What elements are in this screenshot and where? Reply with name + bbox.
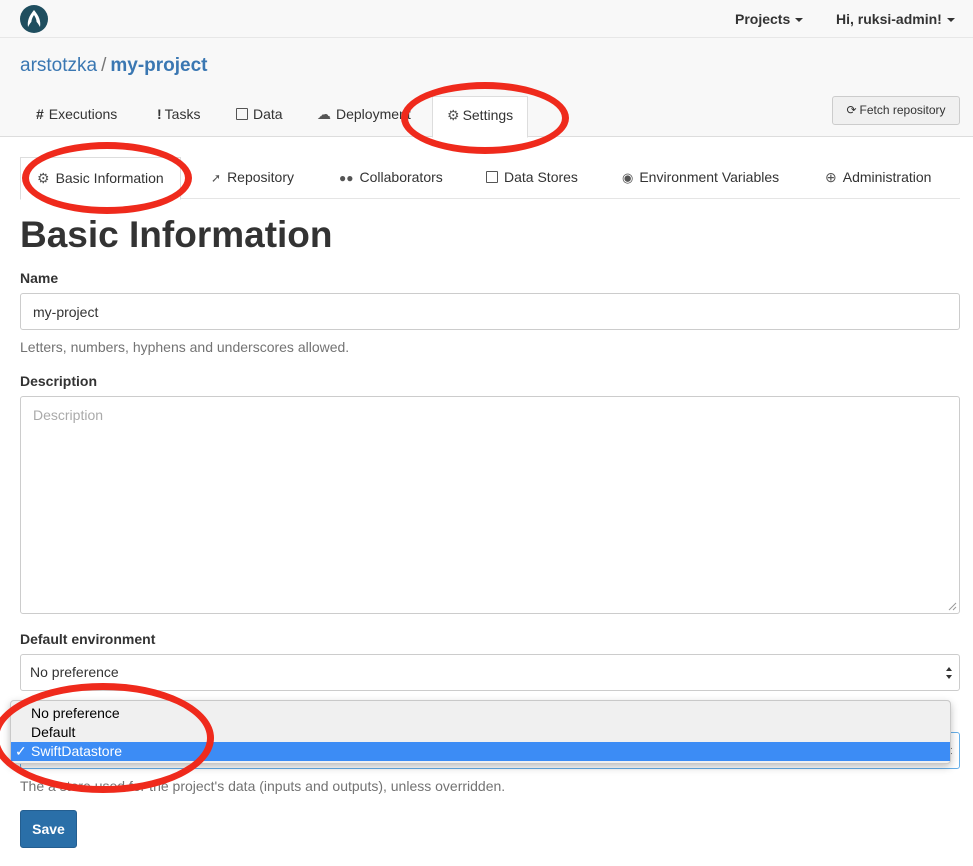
tab-tasks[interactable]: ! Tasks: [157, 96, 200, 137]
checkmark-icon: ✓: [15, 743, 27, 759]
floppy-icon: [486, 171, 498, 183]
subtab-label: Environment Variables: [639, 169, 780, 185]
page-title: Basic Information: [20, 214, 333, 255]
project-header: arstotzka / my-project # Executions ! Tasks …: [0, 38, 973, 138]
caret-down-icon: [946, 18, 955, 23]
tab-label: Executions: [48, 106, 118, 122]
subtab-administration[interactable]: ⊕ Administration: [825, 157, 931, 199]
subtab-label: Collaborators: [359, 169, 443, 185]
name-help-text: Letters, numbers, hyphens and underscore…: [20, 339, 350, 355]
rocket-icon: ➚: [211, 171, 222, 185]
subtab-environment-variables[interactable]: ◉ Environment Variables: [622, 157, 779, 199]
lifebuoy-icon: ⊕: [825, 169, 837, 185]
users-icon: ●●: [339, 171, 354, 185]
eye-icon: ◉: [622, 170, 634, 185]
default-environment-value: No preference: [30, 664, 119, 680]
name-label: Name: [20, 270, 59, 286]
subtab-label: Basic Information: [55, 170, 164, 186]
subtab-basic-information[interactable]: ⚙ Basic Information: [20, 157, 181, 200]
subtab-collaborators[interactable]: ●● Collaborators: [339, 157, 443, 199]
tab-label: Settings: [462, 107, 514, 123]
projects-menu[interactable]: Projects: [735, 11, 804, 27]
fetch-repository-label: Fetch repository: [859, 103, 946, 117]
default-environment-label: Default environment: [20, 631, 156, 647]
description-label: Description: [20, 373, 98, 389]
hash-icon: #: [36, 106, 44, 122]
refresh-icon: ⟳: [846, 103, 857, 117]
breadcrumb: arstotzka / my-project: [20, 55, 208, 77]
option-label: No preference: [31, 705, 120, 721]
gears-icon: ⚙: [37, 170, 50, 186]
projects-menu-label: Projects: [735, 11, 791, 27]
name-input[interactable]: [20, 293, 960, 330]
subtab-data-stores[interactable]: Data Stores: [486, 157, 578, 199]
tab-settings[interactable]: ⚙ Settings: [432, 96, 529, 138]
resize-handle-icon[interactable]: [948, 602, 957, 611]
subtab-label: Administration: [842, 169, 932, 185]
top-navbar: Projects Hi, ruksi-admin!: [0, 0, 973, 38]
app-logo[interactable]: [20, 5, 48, 33]
option-label: SwiftDatastore: [31, 743, 123, 759]
floppy-icon: [236, 108, 248, 120]
breadcrumb-owner-link[interactable]: arstotzka: [20, 55, 97, 76]
subtab-label: Data Stores: [504, 169, 578, 185]
tab-deployment[interactable]: ☁ Deployment: [317, 96, 411, 137]
cloud-icon: ☁: [317, 106, 331, 122]
settings-subtabs: ⚙ Basic Information ➚ Repository ●● Collabo…: [20, 157, 960, 200]
gear-icon: ⚙: [447, 107, 460, 123]
exclamation-icon: !: [157, 106, 162, 122]
dropdown-option[interactable]: Default: [11, 723, 950, 742]
tab-data[interactable]: Data: [236, 96, 283, 137]
dropdown-option-selected[interactable]: ✓ SwiftDatastore: [11, 742, 950, 761]
tab-label: Tasks: [164, 106, 201, 122]
description-textarea[interactable]: [20, 396, 960, 614]
option-label: Default: [31, 724, 76, 740]
default-environment-select[interactable]: No preference: [20, 654, 960, 691]
caret-down-icon: [795, 18, 804, 23]
breadcrumb-project-link[interactable]: my-project: [110, 55, 207, 76]
fetch-repository-button[interactable]: ⟳ Fetch repository: [832, 96, 960, 125]
user-menu[interactable]: Hi, ruksi-admin!: [836, 11, 955, 27]
datastore-dropdown-menu: No preference Default ✓ SwiftDatastore: [10, 700, 951, 764]
select-arrows-icon: [946, 667, 952, 679]
subtab-repository[interactable]: ➚ Repository: [211, 157, 294, 199]
user-menu-label: Hi, ruksi-admin!: [836, 11, 942, 27]
breadcrumb-separator: /: [101, 55, 107, 76]
tab-label: Deployment: [336, 106, 411, 122]
subtab-label: Repository: [227, 169, 294, 185]
tab-label: Data: [253, 106, 283, 122]
datastore-help-text: The a store used for the project's data …: [20, 778, 505, 794]
dropdown-option[interactable]: No preference: [11, 704, 950, 723]
save-button[interactable]: Save: [20, 810, 77, 848]
datastore-help-visible: The a store used for the project's data …: [20, 778, 506, 794]
tab-executions[interactable]: # Executions: [36, 96, 117, 137]
